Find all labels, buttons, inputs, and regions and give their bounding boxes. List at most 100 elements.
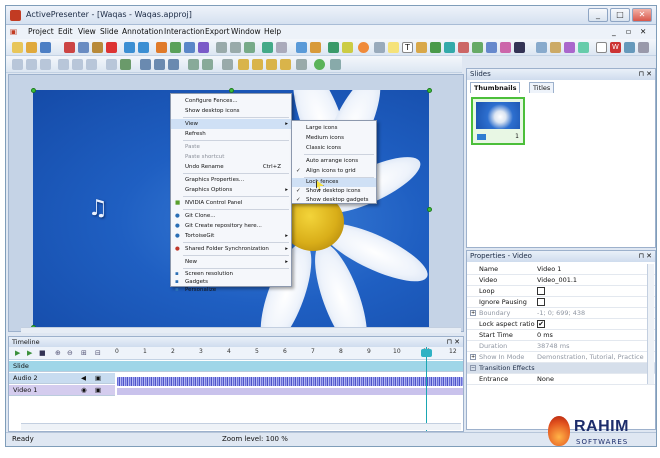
play-icon[interactable]: ▶ [15,349,20,357]
minimize-button[interactable]: _ [588,8,608,22]
callout-icon[interactable] [416,42,427,53]
new-slide-icon[interactable] [170,42,181,53]
doc-restore-button[interactable]: ▫ [626,27,631,36]
expand-icon[interactable]: + [470,310,476,316]
selection-handle[interactable] [427,207,432,212]
properties-scrollbar[interactable] [647,264,654,384]
send-back-icon[interactable] [252,59,263,70]
doc-close-button[interactable]: ✕ [640,27,646,36]
timeline-zoom-out-icon[interactable]: ⊖ [67,349,73,357]
media-icon[interactable] [328,42,339,53]
group-icon[interactable] [188,59,199,70]
toolbar-overflow-icon[interactable] [638,42,649,53]
audio-icon[interactable] [500,42,511,53]
order-dropdown-icon[interactable] [222,59,233,70]
timeline-fit-icon[interactable]: ⊞ [81,349,87,357]
checkbox-icon[interactable] [596,42,607,53]
collapse-icon[interactable]: − [470,365,476,371]
note-icon[interactable] [388,42,399,53]
menu-edit[interactable]: Edit [58,27,73,36]
more-order-icon[interactable] [296,59,307,70]
cursor-path-icon[interactable] [472,42,483,53]
ctx-paste[interactable]: Paste [171,142,291,152]
eye-icon[interactable]: ◉ [81,385,87,396]
menu-view[interactable]: View [78,27,96,36]
video-icon[interactable] [486,42,497,53]
text-entry-icon[interactable] [550,42,561,53]
redo-icon[interactable] [138,42,149,53]
playhead-knob[interactable] [421,349,432,357]
align-left-icon[interactable] [12,59,23,70]
prop-start-time-value[interactable]: 0 ms [537,330,647,341]
ctx-gadgets[interactable]: ▪ Gadgets [171,278,291,286]
lock-aspect-checkbox[interactable]: ✔ [537,320,545,328]
spotlight-icon[interactable] [514,42,525,53]
ctx-refresh[interactable]: Refresh [171,129,291,139]
highlight-icon[interactable] [342,42,353,53]
distribute-horizontal-icon[interactable] [106,59,117,70]
arrow-icon[interactable] [374,42,385,53]
sub-show-desktop-icons[interactable]: ✓ Show desktop icons [292,187,376,196]
zoom-out-icon[interactable] [230,42,241,53]
timeline-ruler[interactable]: 0 1 2 3 4 5 6 7 8 9 10 11 12 [115,347,463,360]
ungroup-icon[interactable] [202,59,213,70]
stop-icon[interactable]: ■ [39,349,46,357]
question-icon[interactable] [578,42,589,53]
menu-window[interactable]: Window [231,27,261,36]
sub-classic-icons[interactable]: Classic icons [292,143,376,153]
word-export-icon[interactable]: W [610,42,621,53]
text-caption-icon[interactable]: T [402,42,413,53]
sub-align-grid[interactable]: ✓ Align icons to grid [292,166,376,176]
tab-titles[interactable]: Titles [529,82,555,93]
ctx-git-create[interactable]: ● Git Create repository here... [171,221,291,231]
ctx-graphics-properties[interactable]: Graphics Properties... [171,175,291,185]
preview-icon[interactable] [244,42,255,53]
click-area-icon[interactable] [564,42,575,53]
ctx-paste-shortcut[interactable]: Paste shortcut [171,152,291,162]
insert-video-icon[interactable] [198,42,209,53]
ctx-tortoisegit[interactable]: ● TortoiseGit ▸ [171,231,291,241]
bring-forward-icon[interactable] [266,59,277,70]
expand-icon[interactable]: + [470,354,476,360]
record-icon[interactable] [156,42,167,53]
ctx-view[interactable]: View ▸ [171,119,291,129]
menu-annotation[interactable]: Annotation [122,27,163,36]
distribute-vertical-icon[interactable] [120,59,131,70]
menu-project[interactable]: Project [28,27,54,36]
link-icon[interactable] [444,42,455,53]
pin-icon[interactable]: ⊓ ✕ [446,337,460,347]
ctx-shared-folder[interactable]: ● Shared Folder Synchronization ▸ [171,244,291,254]
open-icon[interactable] [26,42,37,53]
loop-checkbox[interactable] [537,287,545,295]
track-audio[interactable]: Audio 2 ◀ ▣ [9,373,115,384]
paste-icon[interactable] [92,42,103,53]
ctx-graphics-options[interactable]: Graphics Options ▸ [171,185,291,195]
maximize-button[interactable]: □ [610,8,630,22]
slide-thumbnail[interactable]: 1 [471,97,525,145]
audio-waveform[interactable] [117,377,463,386]
ctx-screen-resolution[interactable]: ▪ Screen resolution [171,270,291,278]
snap-grid-icon[interactable] [330,59,341,70]
cut-icon[interactable] [64,42,75,53]
new-project-icon[interactable] [12,42,23,53]
track-video[interactable]: Video 1 ◉ ▣ [9,385,115,396]
sub-show-gadgets[interactable]: ✓ Show desktop gadgets [292,196,376,205]
slide-canvas[interactable]: ♫ Configure Fences... Show desktop icons… [8,74,464,333]
send-backward-icon[interactable] [280,59,291,70]
sub-large-icons[interactable]: Large icons [292,123,376,133]
ctx-git-clone[interactable]: ● Git Clone... [171,211,291,221]
ctx-personalize[interactable]: ▪ Personalize [171,286,291,294]
sub-auto-arrange[interactable]: Auto arrange icons [292,156,376,166]
align-middle-icon[interactable] [72,59,83,70]
sub-lock-fences[interactable]: Lock fences [292,178,376,187]
tab-thumbnails[interactable]: Thumbnails [470,82,521,93]
image-icon[interactable] [430,42,441,53]
same-width-icon[interactable] [140,59,151,70]
export-icon[interactable] [262,42,273,53]
ctx-configure-fences[interactable]: Configure Fences... [171,96,291,106]
ctx-nvidia[interactable]: ■ NVIDIA Control Panel [171,198,291,208]
section-transition-effects[interactable]: − Transition Effects [467,363,655,374]
save-icon[interactable] [40,42,51,53]
prop-video-value[interactable]: Video_001.1 [537,275,647,286]
timeline-zoom-in-icon[interactable]: ⊕ [55,349,61,357]
